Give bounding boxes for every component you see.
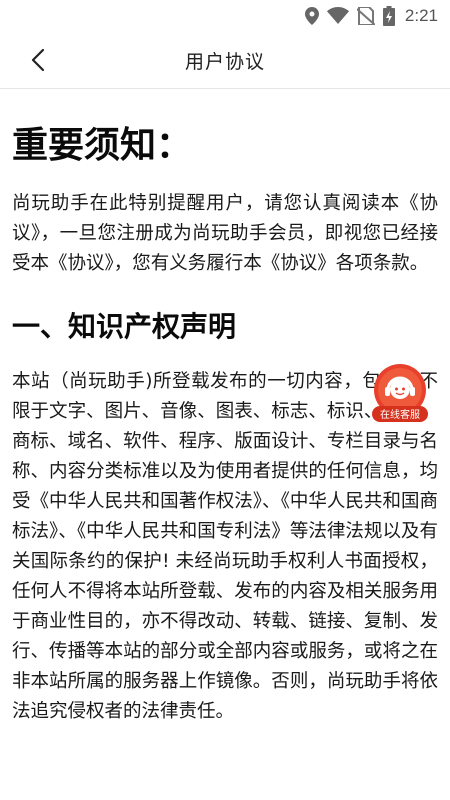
location-icon bbox=[304, 7, 319, 25]
online-service-button[interactable]: 在线客服 bbox=[366, 360, 434, 428]
no-sim-icon bbox=[356, 7, 375, 25]
important-notice-heading: 重要须知： bbox=[12, 125, 193, 166]
battery-charging-icon bbox=[382, 6, 395, 26]
page-title: 用户协议 bbox=[184, 50, 265, 73]
wifi-icon bbox=[326, 7, 349, 24]
intro-paragraph: 尚玩助手在此特别提醒用户，请您认真阅读本《协议》，一旦您注册成为尚玩助手会员，即… bbox=[12, 193, 438, 274]
online-service-label: 在线客服 bbox=[380, 408, 420, 421]
app-header: 用户协议 bbox=[0, 32, 450, 89]
status-bar: 2:21 bbox=[0, 0, 450, 32]
ip-section-heading: 一、知识产权声明 bbox=[12, 310, 237, 343]
back-button[interactable] bbox=[22, 44, 54, 76]
chevron-left-icon bbox=[31, 48, 45, 72]
status-time: 2:21 bbox=[404, 6, 438, 25]
